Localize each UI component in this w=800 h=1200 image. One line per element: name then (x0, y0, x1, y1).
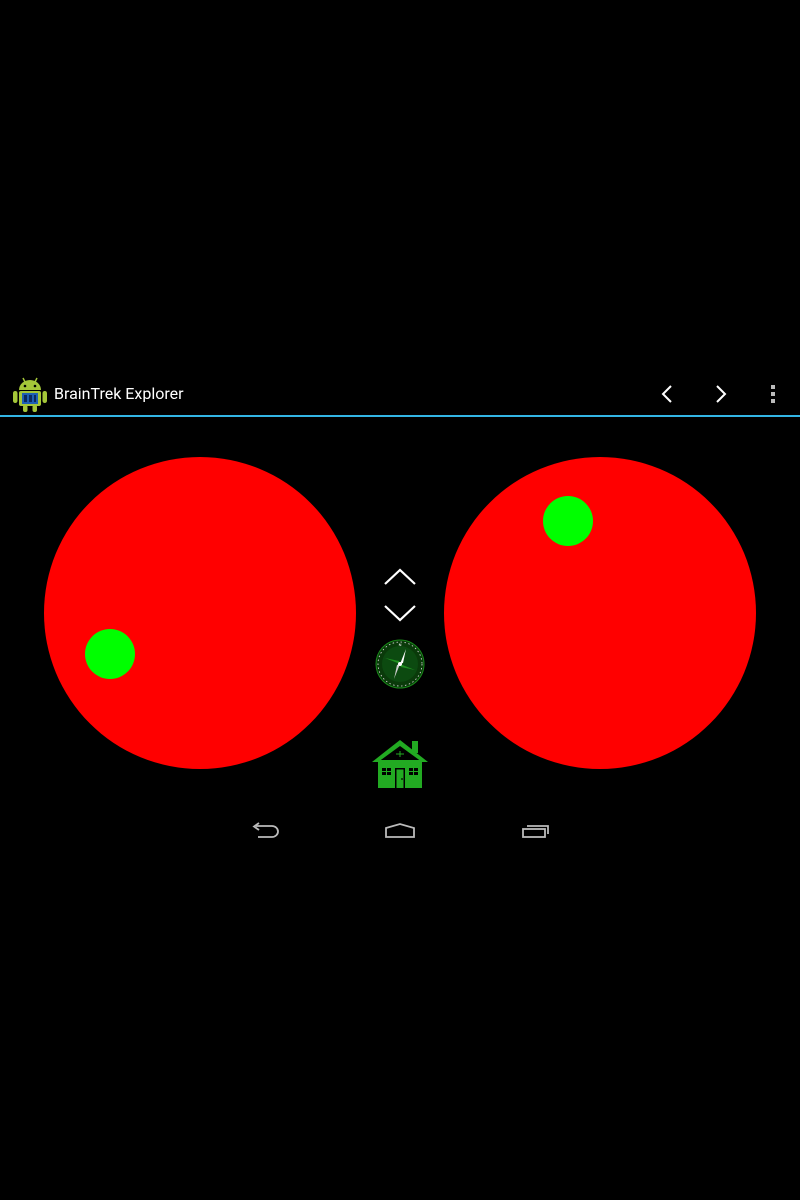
previous-button[interactable] (650, 376, 686, 412)
next-button[interactable] (702, 376, 738, 412)
right-joystick-knob[interactable] (543, 496, 593, 546)
move-down-button[interactable] (380, 600, 420, 626)
compass-icon: N (375, 639, 425, 689)
recent-apps-icon (522, 825, 549, 838)
compass-button[interactable]: N (374, 638, 426, 690)
app-screen: BrainTrek Explorer N (0, 0, 800, 1200)
chevron-left-icon (661, 385, 672, 403)
overflow-menu-button[interactable] (755, 376, 791, 412)
house-icon (372, 740, 428, 788)
chevron-up-icon (384, 568, 416, 585)
right-joystick-pad[interactable] (444, 457, 756, 769)
chevron-down-icon (384, 605, 416, 622)
nav-home-button[interactable] (372, 816, 428, 846)
left-joystick-knob[interactable] (85, 629, 135, 679)
chevron-right-icon (716, 385, 727, 403)
move-up-button[interactable] (380, 564, 420, 590)
overflow-menu-icon (771, 385, 775, 403)
home-base-button[interactable] (368, 736, 432, 792)
action-bar-divider (0, 415, 800, 417)
nav-recents-button[interactable] (508, 816, 564, 846)
home-outline-icon (385, 823, 415, 838)
app-title: BrainTrek Explorer (54, 384, 184, 403)
nav-back-button[interactable] (237, 816, 293, 846)
svg-text:N: N (399, 642, 402, 647)
android-robot-icon[interactable] (12, 375, 48, 413)
left-joystick-pad[interactable] (44, 457, 356, 769)
back-arrow-icon (252, 822, 279, 838)
